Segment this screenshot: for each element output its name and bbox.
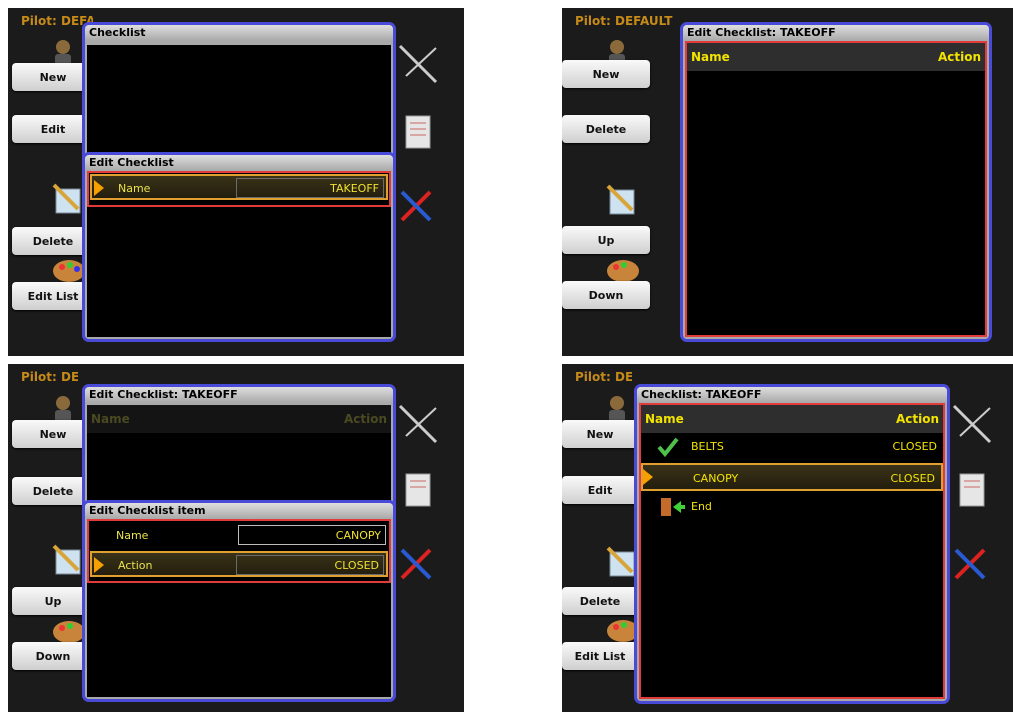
dialog-title: Edit Checklist xyxy=(85,155,393,171)
item-name: CANOPY xyxy=(693,472,739,485)
document-icon xyxy=(404,114,432,154)
col-name-header: Name xyxy=(691,50,730,64)
screen-edit-checklist-empty: Pilot: DEFAULT New Delete Up Down Edit C… xyxy=(562,8,1013,356)
item-name: End xyxy=(691,500,712,513)
notepad-icon xyxy=(606,184,638,220)
action-field-row[interactable]: Action CLOSED xyxy=(90,551,388,577)
item-name: BELTS xyxy=(691,440,724,453)
focus-frame: Name CANOPY Action CLOSED xyxy=(87,519,391,583)
exit-door-icon xyxy=(659,497,685,521)
panel-title: Checklist: TAKEOFF xyxy=(637,387,947,403)
delete-button[interactable]: Delete xyxy=(562,587,638,615)
panel-title: Edit Checklist: TAKEOFF xyxy=(85,387,393,403)
action-label: Action xyxy=(118,559,153,572)
name-field-row[interactable]: Name CANOPY xyxy=(90,523,388,549)
focus-frame: Name TAKEOFF xyxy=(87,171,391,207)
col-action-header: Action xyxy=(343,412,387,426)
panel-title: Edit Checklist: TAKEOFF xyxy=(683,25,989,41)
new-button[interactable]: New xyxy=(562,420,638,448)
table-header: Name Action xyxy=(687,43,985,71)
document-icon xyxy=(404,472,432,512)
focus-frame: Name Action BELTS CLOSED CANOPY CLOSED E… xyxy=(639,403,945,699)
airplane-icon xyxy=(396,42,440,90)
down-button[interactable]: Down xyxy=(562,281,650,309)
new-button[interactable]: New xyxy=(562,60,650,88)
focus-frame: Name Action xyxy=(685,41,987,337)
name-value[interactable]: CANOPY xyxy=(238,525,386,545)
tools-icon xyxy=(952,544,988,586)
up-button[interactable]: Up xyxy=(562,226,650,254)
selection-arrow-icon xyxy=(94,180,104,196)
airplane-icon xyxy=(396,402,440,450)
tools-icon xyxy=(398,186,434,228)
col-name-header: Name xyxy=(645,412,684,426)
notepad-icon xyxy=(52,544,84,580)
delete-button[interactable]: Delete xyxy=(562,115,650,143)
document-icon xyxy=(958,472,986,512)
dialog-title: Edit Checklist item xyxy=(85,503,393,519)
name-value[interactable]: TAKEOFF xyxy=(236,178,384,198)
edit-checklist-item-dialog: Edit Checklist item Name CANOPY Action C… xyxy=(82,500,396,702)
col-action-header: Action xyxy=(895,412,939,426)
edit-checklist-panel: Edit Checklist: TAKEOFF Name Action xyxy=(680,22,992,342)
screen-edit-checklist-item: Pilot: DEFAULT New Delete Up Down Edit C… xyxy=(8,364,464,712)
table-header: Name Action xyxy=(641,405,943,433)
edit-list-button[interactable]: Edit List xyxy=(562,642,638,670)
pilot-label: Pilot: DEFAULT xyxy=(575,14,673,28)
name-label: Name xyxy=(118,182,151,195)
col-name-header: Name xyxy=(91,412,130,426)
screen-checklist-view: Pilot: DEFAULT New Edit Delete Edit List… xyxy=(562,364,1013,712)
name-label: Name xyxy=(116,529,149,542)
edit-checklist-dialog: Edit Checklist Name TAKEOFF xyxy=(82,152,396,342)
airplane-icon xyxy=(950,402,994,450)
name-field-row[interactable]: Name TAKEOFF xyxy=(90,174,388,200)
selection-arrow-icon xyxy=(94,557,104,573)
screen-checklist-edit-name: Pilot: DEFAULT New Edit Delete Edit List… xyxy=(8,8,464,356)
action-value[interactable]: CLOSED xyxy=(236,555,384,575)
list-item[interactable]: BELTS CLOSED xyxy=(641,433,943,461)
list-item[interactable]: CANOPY CLOSED xyxy=(641,463,943,491)
list-item[interactable]: End xyxy=(641,493,943,521)
checklist-panel: Checklist: TAKEOFF Name Action BELTS CLO… xyxy=(634,384,950,704)
checkmark-icon xyxy=(657,437,679,461)
selection-arrow-icon xyxy=(643,469,653,485)
item-action: CLOSED xyxy=(892,440,937,453)
tools-icon xyxy=(398,544,434,586)
item-action: CLOSED xyxy=(890,472,935,485)
panel-title: Checklist xyxy=(85,25,393,41)
notepad-icon xyxy=(52,183,84,219)
edit-button[interactable]: Edit xyxy=(562,476,638,504)
table-header: Name Action xyxy=(87,405,391,433)
col-action-header: Action xyxy=(937,50,981,64)
